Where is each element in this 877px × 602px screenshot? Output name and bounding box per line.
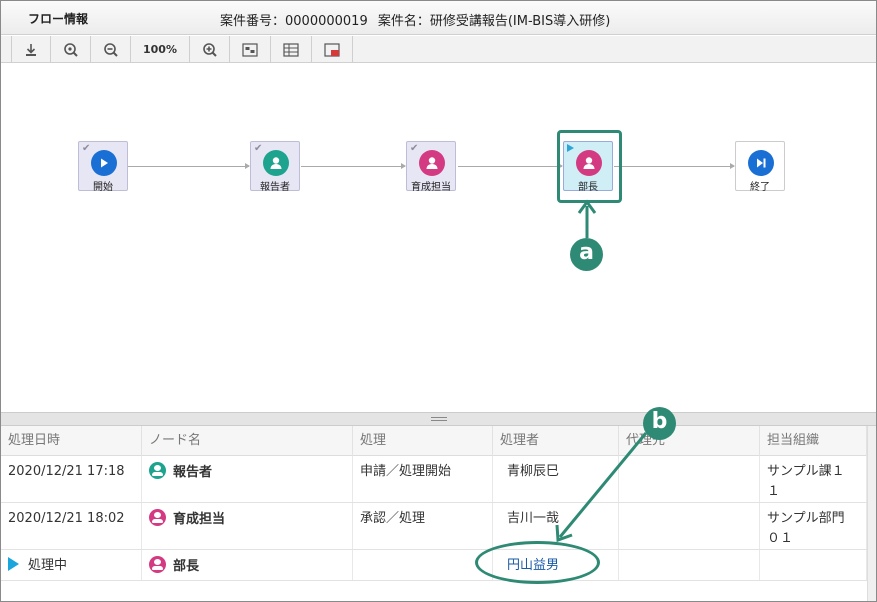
flow-canvas: ✔ 開始 ✔ 報告者 ✔ 育成担当 部長 終了 a bbox=[1, 64, 876, 412]
case-name: 案件名：研修受講報告(IM-BIS導入研修) bbox=[377, 14, 611, 29]
toolbar: 100% bbox=[1, 36, 876, 63]
column-header: 代理先 bbox=[619, 426, 760, 456]
column-header: 処理日時 bbox=[1, 426, 142, 456]
window-button[interactable] bbox=[312, 36, 353, 63]
zoom-out-icon bbox=[103, 42, 118, 57]
flow-edge bbox=[301, 163, 406, 169]
scrollbar[interactable] bbox=[867, 426, 876, 601]
zoom-level[interactable]: 100% bbox=[131, 36, 190, 63]
flow-edge bbox=[128, 163, 250, 169]
flow-node-label: 終了 bbox=[750, 182, 770, 193]
person-icon bbox=[149, 556, 166, 573]
date-cell: 2020/12/21 17:18 bbox=[1, 456, 142, 502]
user-cell: 青柳辰巳 bbox=[493, 456, 619, 502]
highlight-ellipse bbox=[475, 541, 600, 584]
play-icon bbox=[91, 150, 117, 176]
proxy-cell bbox=[619, 550, 760, 580]
flow-node-trainer[interactable]: ✔ 育成担当 bbox=[406, 141, 456, 193]
highlight-box bbox=[557, 130, 622, 203]
check-icon: ✔ bbox=[410, 143, 419, 154]
case-info: 案件番号：0000000019 案件名：研修受講報告(IM-BIS導入研修) bbox=[220, 10, 616, 29]
node-cell: 育成担当 bbox=[142, 503, 353, 549]
org-line: １ bbox=[767, 484, 781, 499]
table-button[interactable] bbox=[271, 36, 312, 63]
zoom-out-button[interactable] bbox=[91, 36, 131, 63]
zoom-in-button[interactable] bbox=[190, 36, 230, 63]
proxy-cell bbox=[619, 503, 760, 549]
annotation-marker-b: b bbox=[643, 407, 676, 440]
case-number: 案件番号：0000000019 bbox=[220, 14, 368, 29]
date-cell: 2020/12/21 18:02 bbox=[1, 503, 142, 549]
table-row[interactable]: 処理中 部長 円山益男 bbox=[1, 550, 867, 581]
window-title: フロー情報 bbox=[28, 12, 89, 26]
node-cell: 部長 bbox=[142, 550, 353, 580]
pane-splitter[interactable] bbox=[1, 412, 876, 426]
table-icon bbox=[283, 42, 299, 57]
in-progress-icon bbox=[8, 557, 19, 571]
column-header: 担当組織 bbox=[760, 426, 867, 456]
node-name: 報告者 bbox=[173, 465, 213, 480]
flow-node-label: 開始 bbox=[93, 182, 113, 193]
image-icon bbox=[242, 42, 258, 57]
node-name: 部長 bbox=[173, 559, 200, 574]
action-cell bbox=[353, 550, 493, 580]
window-icon bbox=[324, 42, 340, 57]
org-line: サンプル部門 bbox=[767, 511, 845, 526]
org-cell bbox=[760, 550, 867, 580]
grip-icon bbox=[431, 417, 447, 421]
status-text: 処理中 bbox=[28, 558, 68, 573]
table-row[interactable]: 2020/12/21 17:18 報告者 申請／処理開始 青柳辰巳 サンプル課１… bbox=[1, 456, 867, 503]
person-icon bbox=[263, 150, 289, 176]
person-icon bbox=[149, 509, 166, 526]
zoom-in-icon bbox=[202, 42, 217, 57]
flow-node-end[interactable]: 終了 bbox=[735, 141, 785, 193]
header-bar: フロー情報 案件番号：0000000019 案件名：研修受講報告(IM-BIS導… bbox=[1, 1, 876, 35]
flow-edge bbox=[614, 163, 735, 169]
node-cell: 報告者 bbox=[142, 456, 353, 502]
table-row[interactable]: 2020/12/21 18:02 育成担当 承認／処理 吉川一哉 サンプル部門 … bbox=[1, 503, 867, 550]
action-cell: 申請／処理開始 bbox=[353, 456, 493, 502]
org-line: ０１ bbox=[767, 531, 794, 546]
check-icon: ✔ bbox=[254, 143, 263, 154]
column-header: ノード名 bbox=[142, 426, 353, 456]
action-cell: 承認／処理 bbox=[353, 503, 493, 549]
zoom-fit-button[interactable] bbox=[51, 36, 91, 63]
person-icon bbox=[419, 150, 445, 176]
org-line: サンプル課１ bbox=[767, 464, 845, 479]
annotation-marker-a: a bbox=[570, 238, 603, 271]
table-header: 処理日時 ノード名 処理 処理者 代理先 担当組織 bbox=[1, 426, 867, 456]
flow-node-start[interactable]: ✔ 開始 bbox=[78, 141, 128, 193]
flow-node-label: 報告者 bbox=[260, 182, 290, 193]
check-icon: ✔ bbox=[82, 143, 91, 154]
column-header: 処理 bbox=[353, 426, 493, 456]
flow-edge bbox=[458, 163, 563, 169]
flow-info-window: フロー情報 案件番号：0000000019 案件名：研修受講報告(IM-BIS導… bbox=[0, 0, 877, 602]
proxy-cell bbox=[619, 456, 760, 502]
person-icon bbox=[149, 462, 166, 479]
download-icon bbox=[26, 43, 36, 56]
flow-node-reporter[interactable]: ✔ 報告者 bbox=[250, 141, 300, 193]
end-icon bbox=[748, 150, 774, 176]
org-cell: サンプル課１ １ bbox=[760, 456, 867, 502]
flow-node-label: 育成担当 bbox=[411, 182, 451, 193]
org-cell: サンプル部門 ０１ bbox=[760, 503, 867, 549]
zoom-fit-icon bbox=[63, 42, 78, 57]
date-cell: 処理中 bbox=[1, 550, 142, 580]
download-button[interactable] bbox=[11, 36, 51, 63]
column-header: 処理者 bbox=[493, 426, 619, 456]
node-name: 育成担当 bbox=[173, 512, 226, 527]
image-button[interactable] bbox=[230, 36, 271, 63]
